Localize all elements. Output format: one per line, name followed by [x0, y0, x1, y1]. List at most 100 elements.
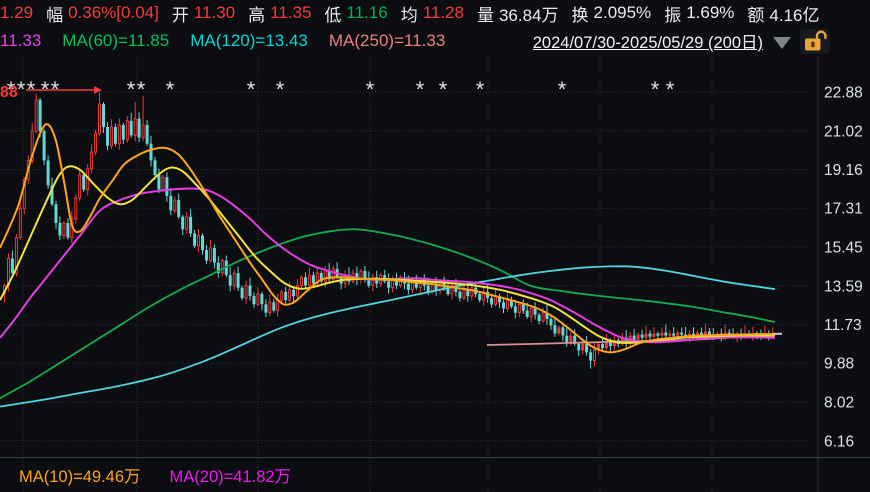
candle: [157, 175, 160, 190]
candle: [550, 319, 553, 325]
field-value-amount: 4.16亿: [769, 1, 819, 26]
candle: [39, 100, 42, 131]
unlock-button[interactable]: [800, 29, 830, 54]
y-axis-label: 13.59: [824, 278, 863, 295]
candle: [126, 121, 128, 140]
candle: [138, 119, 141, 138]
candle: [114, 127, 117, 144]
candle: [122, 125, 125, 140]
candle: [233, 273, 235, 286]
candle: [601, 344, 604, 348]
candle: [189, 217, 192, 234]
event-star-icon: *: [17, 77, 26, 102]
candle: [553, 325, 556, 333]
candle: [312, 275, 315, 283]
event-star-icon: *: [666, 77, 675, 102]
field-label-amplitude: 振: [664, 1, 681, 26]
candle: [63, 223, 65, 236]
stock-chart-window: 22.8821.0219.1617.3115.4513.5911.739.888…: [0, 0, 870, 492]
candle: [284, 292, 287, 300]
candle: [43, 131, 46, 160]
candle: [645, 334, 648, 338]
field-value-avg: 11.28: [423, 3, 464, 23]
event-star-icon: *: [439, 77, 448, 102]
chevron-down-icon[interactable]: [773, 37, 791, 49]
candle: [478, 294, 481, 300]
candle: [249, 286, 252, 296]
candle: [466, 290, 469, 296]
candle: [668, 334, 671, 336]
candle: [169, 196, 172, 211]
field-value-open: 11.30: [194, 3, 235, 23]
candle: [407, 284, 410, 290]
ma30-legend: 11.33: [0, 31, 41, 51]
candle: [237, 273, 240, 288]
candle: [297, 286, 299, 296]
candle: [463, 290, 465, 298]
candle: [656, 334, 659, 336]
candle: [102, 104, 105, 127]
y-axis-label: 15.45: [824, 240, 863, 257]
candle: [177, 200, 180, 217]
candle: [708, 332, 711, 335]
candle: [150, 144, 153, 161]
candle: [241, 288, 244, 298]
candle: [47, 160, 50, 185]
candle: [229, 275, 232, 285]
candle: [272, 302, 275, 310]
event-star-icon: *: [127, 77, 136, 102]
candle: [633, 336, 636, 340]
event-star-icon: *: [476, 77, 485, 102]
candle: [490, 298, 493, 304]
candle: [253, 296, 256, 304]
candle: [269, 302, 271, 312]
candle: [181, 217, 184, 230]
volume-ma10-legend: MA(10)=49.46万: [19, 463, 141, 487]
candle: [652, 334, 655, 337]
candle: [165, 177, 168, 196]
candle: [146, 125, 149, 144]
candle: [506, 300, 508, 308]
y-axis-label: 8.02: [824, 395, 854, 412]
candle: [209, 248, 211, 261]
field-label-high: 高: [248, 1, 265, 26]
candles-layer: [4, 93, 775, 369]
candle: [91, 152, 93, 169]
candle: [35, 100, 37, 131]
last-price-value: 1.29: [0, 3, 33, 23]
candle: [106, 127, 109, 146]
field-label-open: 开: [172, 1, 189, 26]
ma10-line: [0, 124, 775, 352]
grid-lines: [0, 56, 818, 492]
candle: [530, 309, 532, 317]
date-range-button[interactable]: 2024/07/30-2025/05/29 (200日): [533, 29, 763, 53]
candle: [264, 304, 267, 312]
candle: [186, 217, 188, 230]
candle: [581, 344, 584, 350]
candle: [11, 259, 14, 274]
candle: [174, 200, 176, 210]
ma250-legend: MA(250)=11.33: [329, 31, 445, 51]
candle: [58, 223, 61, 236]
candle: [130, 121, 133, 136]
field-label-low: 低: [324, 1, 341, 26]
event-star-icon: *: [276, 77, 285, 102]
candle: [162, 177, 164, 190]
candle: [641, 335, 644, 338]
field-value-amplitude: 1.69%: [686, 3, 734, 23]
svg-text:88: 88: [0, 84, 18, 101]
price-chart[interactable]: 22.8821.0219.1617.3115.4513.5911.739.888…: [0, 0, 870, 492]
candle: [205, 250, 208, 260]
field-label-amount: 额: [747, 1, 764, 26]
candle: [577, 344, 580, 350]
event-star-icon: *: [166, 77, 175, 102]
ma-legend-row: 11.33 MA(60)=11.85 MA(120)=13.43 MA(250)…: [0, 26, 870, 56]
candle: [221, 261, 223, 274]
candle: [75, 198, 77, 219]
candle: [561, 327, 564, 335]
y-axis-label: 22.88: [824, 85, 863, 102]
candle: [542, 313, 544, 321]
candle: [19, 208, 21, 237]
event-star-icon: *: [651, 77, 660, 102]
field-label-volume: 量: [477, 1, 494, 26]
